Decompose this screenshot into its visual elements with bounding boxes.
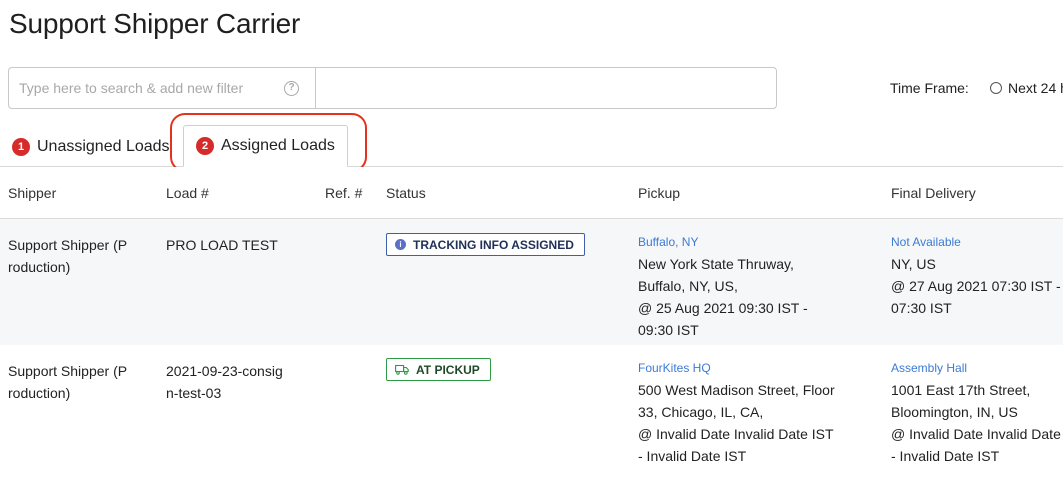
column-header-status[interactable]: Status (386, 185, 426, 201)
delivery-cell: Assembly Hall 1001 East 17th Street, Blo… (891, 360, 1061, 467)
delivery-location-link[interactable]: Not Available (891, 234, 1061, 250)
delivery-line: 1001 East 17th Street, (891, 382, 1031, 398)
status-text: AT PICKUP (416, 362, 480, 377)
search-bar: ? (8, 67, 777, 109)
status-badge: AT PICKUP (386, 358, 491, 381)
pickup-cell: Buffalo, NY New York State Thruway, Buff… (638, 234, 808, 341)
pickup-line: 33, Chicago, IL, CA, (638, 404, 764, 420)
table-header: Shipper Load # Ref. # Status Pickup Fina… (0, 167, 1063, 219)
shipper-cell: Support Shipper (P roduction) (8, 360, 127, 404)
load-cell[interactable]: PRO LOAD TEST (166, 234, 278, 256)
pickup-cell: FourKites HQ 500 West Madison Street, Fl… (638, 360, 835, 467)
delivery-cell: Not Available NY, US @ 27 Aug 2021 07:30… (891, 234, 1061, 319)
table-row[interactable]: Support Shipper (P roduction) PRO LOAD T… (0, 219, 1063, 345)
table-row[interactable]: Support Shipper (P roduction) 2021-09-23… (0, 345, 1063, 479)
timeframe-radio-next-24h[interactable] (990, 82, 1002, 94)
load-number: PRO LOAD TEST (166, 237, 278, 253)
help-icon[interactable]: ? (284, 81, 299, 96)
column-header-final-delivery[interactable]: Final Delivery (891, 185, 976, 201)
column-header-pickup[interactable]: Pickup (638, 185, 680, 201)
column-header-shipper[interactable]: Shipper (8, 185, 56, 201)
search-input[interactable] (19, 78, 279, 98)
pickup-line: 500 West Madison Street, Floor (638, 382, 835, 398)
column-header-ref[interactable]: Ref. # (325, 185, 362, 201)
pickup-line: 09:30 IST (638, 322, 699, 338)
truck-icon (395, 364, 409, 375)
shipper-line: Support Shipper (P (8, 237, 128, 253)
pickup-line: @ Invalid Date Invalid Date IST (638, 426, 834, 442)
load-number: n-test-03 (166, 385, 222, 401)
timeframe-option-label[interactable]: Next 24 h (1008, 80, 1063, 96)
shipper-line: roduction) (8, 259, 71, 275)
pickup-location-link[interactable]: Buffalo, NY (638, 234, 808, 250)
pickup-location-link[interactable]: FourKites HQ (638, 360, 835, 376)
load-number: 2021-09-23-consig (166, 363, 283, 379)
delivery-line: NY, US (891, 256, 936, 272)
shipper-line: Support Shipper (P (8, 363, 128, 379)
highlight-annotation (170, 113, 367, 172)
pickup-line: Buffalo, NY, US, (638, 278, 738, 294)
shipper-cell: Support Shipper (P roduction) (8, 234, 127, 278)
delivery-line: 07:30 IST (891, 300, 952, 316)
delivery-line: @ 27 Aug 2021 07:30 IST - (891, 278, 1061, 294)
delivery-line: @ Invalid Date Invalid Date (891, 426, 1061, 442)
search-filter-area: ? (9, 68, 316, 108)
page-title: Support Shipper Carrier (9, 8, 301, 39)
pickup-line: - Invalid Date IST (638, 448, 747, 464)
load-cell[interactable]: 2021-09-23-consig n-test-03 (166, 360, 283, 404)
pickup-line: @ 25 Aug 2021 09:30 IST - (638, 300, 808, 316)
delivery-line: - Invalid Date IST (891, 448, 1000, 464)
pickup-line: New York State Thruway, (638, 256, 794, 272)
shipper-line: roduction) (8, 385, 71, 401)
info-icon: i (395, 239, 406, 250)
status-text: TRACKING INFO ASSIGNED (413, 237, 574, 252)
status-badge: i TRACKING INFO ASSIGNED (386, 233, 585, 256)
delivery-location-link[interactable]: Assembly Hall (891, 360, 1061, 376)
tab-count-badge: 1 (12, 138, 30, 156)
delivery-line: Bloomington, IN, US (891, 404, 1018, 420)
column-header-load[interactable]: Load # (166, 185, 209, 201)
timeframe-label: Time Frame: (890, 80, 969, 96)
tab-unassigned-loads[interactable]: 1 Unassigned Loads (12, 136, 170, 158)
tab-label: Unassigned Loads (37, 138, 170, 155)
